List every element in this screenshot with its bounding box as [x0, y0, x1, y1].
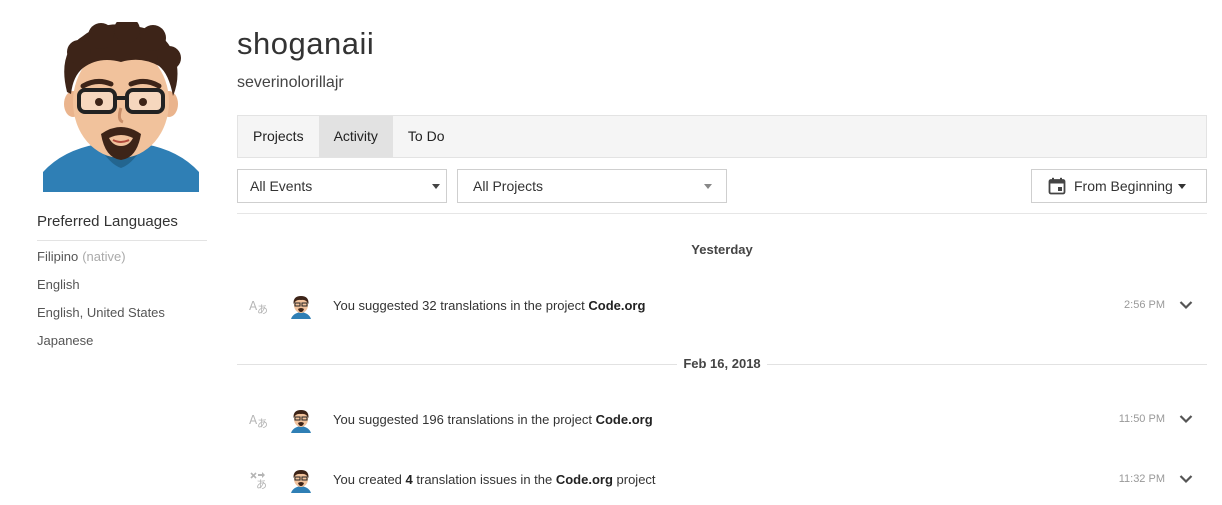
- event-text: You suggested 32 translations in the pro…: [333, 298, 589, 313]
- tab-activity[interactable]: Activity: [318, 116, 393, 157]
- event-description: You suggested 196 translations in the pr…: [333, 412, 653, 427]
- svg-text:あ: あ: [257, 417, 268, 430]
- chevron-down-icon[interactable]: [1179, 300, 1193, 310]
- event-text: You created: [333, 472, 406, 487]
- svg-text:あ: あ: [256, 478, 267, 490]
- event-project-link[interactable]: Code.org: [588, 298, 645, 313]
- language-name: Filipino: [37, 249, 79, 264]
- event-text: You suggested 196 translations in the pr…: [333, 412, 596, 427]
- events-filter-select[interactable]: All Events: [237, 169, 447, 203]
- event-count: 4: [405, 472, 413, 487]
- calendar-icon: [1048, 177, 1066, 195]
- activity-event: あ You created 4 translation issues in th…: [237, 465, 1207, 495]
- day-header: Feb 16, 2018: [237, 356, 1207, 371]
- preferred-languages-list: Filipino (native) English English, United…: [37, 248, 165, 360]
- event-time: 11:32 PM: [1118, 473, 1165, 485]
- filters-divider: [237, 213, 1207, 214]
- translation-issue-icon: あ: [250, 472, 267, 490]
- projects-filter-select[interactable]: All Projects: [457, 169, 727, 203]
- event-description: You created 4 translation issues in the …: [333, 472, 656, 487]
- tab-projects[interactable]: Projects: [238, 116, 319, 157]
- translate-icon: A あ: [249, 413, 268, 430]
- event-description: You suggested 32 translations in the pro…: [333, 298, 645, 313]
- event-time: 11:50 PM: [1118, 413, 1165, 425]
- profile-username: severinolorillajr: [237, 74, 344, 91]
- event-project-link[interactable]: Code.org: [556, 472, 613, 487]
- user-avatar: [291, 410, 311, 433]
- event-time: 2:56 PM: [1124, 299, 1165, 311]
- language-item: English: [37, 276, 165, 304]
- profile-avatar: [43, 22, 199, 192]
- chevron-down-icon[interactable]: [1179, 474, 1193, 484]
- event-project-link[interactable]: Code.org: [596, 412, 653, 427]
- language-native-tag: (native): [82, 249, 126, 264]
- caret-down-icon: [432, 184, 440, 189]
- activity-event: A あ You suggested 196 translations in th…: [237, 405, 1207, 435]
- event-text: project: [612, 472, 656, 487]
- user-avatar: [291, 296, 311, 319]
- events-filter-value: All Events: [250, 178, 313, 194]
- language-item: Japanese: [37, 332, 165, 360]
- chevron-down-icon[interactable]: [1179, 414, 1193, 424]
- projects-filter-value: All Projects: [473, 178, 544, 194]
- language-item: Filipino (native): [37, 248, 165, 276]
- profile-tabs: Projects Activity To Do: [237, 115, 1207, 158]
- caret-down-icon: [1177, 183, 1186, 189]
- tab-todo[interactable]: To Do: [393, 116, 460, 157]
- sidebar-divider: [37, 240, 207, 241]
- user-avatar: [291, 470, 311, 493]
- event-text: translation issues in the: [412, 472, 556, 487]
- language-name: Japanese: [37, 333, 94, 348]
- translate-icon: A あ: [249, 299, 268, 316]
- date-range-label: From Beginning: [1074, 178, 1173, 194]
- day-header-text: Feb 16, 2018: [677, 356, 767, 371]
- preferred-languages-title: Preferred Languages: [37, 213, 178, 230]
- profile-display-name: shoganaii: [237, 26, 375, 61]
- caret-down-icon: [704, 184, 712, 189]
- language-item: English, United States: [37, 304, 165, 332]
- date-range-button[interactable]: From Beginning: [1031, 169, 1207, 203]
- language-name: English, United States: [37, 305, 165, 320]
- activity-event: A あ You suggested 32 translations in the…: [237, 291, 1207, 321]
- day-header: Yesterday: [691, 242, 753, 257]
- svg-text:あ: あ: [257, 303, 268, 316]
- language-name: English: [37, 277, 80, 292]
